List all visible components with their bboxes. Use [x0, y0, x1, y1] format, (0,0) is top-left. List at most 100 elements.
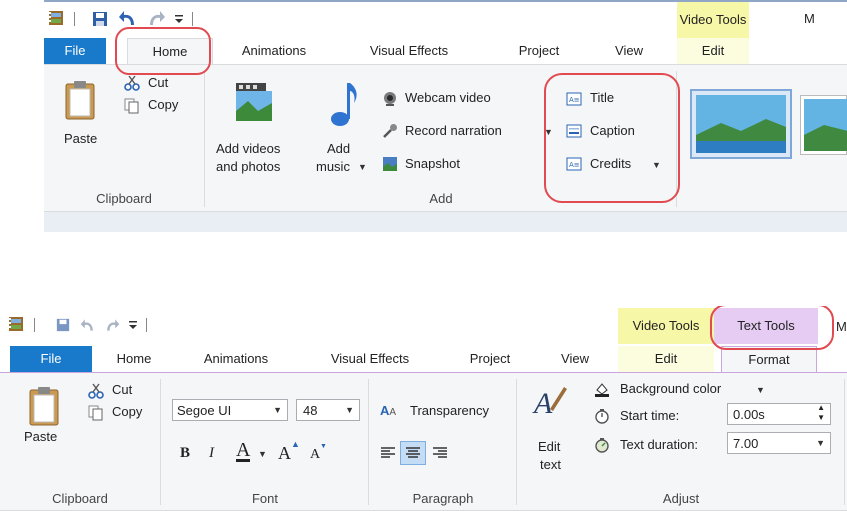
adjust-group-label: Adjust	[662, 491, 700, 506]
tab-project[interactable]: Project	[499, 38, 579, 64]
chevron-down-icon[interactable]: ▼	[756, 385, 765, 395]
tab-project[interactable]: Project	[450, 346, 530, 372]
align-left-icon[interactable]	[380, 445, 396, 461]
font-color-button[interactable]: A	[236, 440, 251, 462]
microphone-icon[interactable]	[382, 123, 398, 139]
redo-icon[interactable]	[104, 317, 120, 333]
qat-separator	[192, 12, 193, 26]
add-music-label-line1[interactable]: Add	[327, 141, 350, 156]
stopwatch-icon	[595, 409, 609, 424]
tab-home[interactable]: Home	[104, 346, 164, 372]
start-time-label: Start time:	[620, 408, 680, 423]
tab-animations[interactable]: Animations	[224, 38, 324, 64]
background-color-label[interactable]: Background color	[620, 381, 721, 396]
edit-text-label-line2[interactable]: text	[540, 457, 561, 472]
webcam-video-label[interactable]: Webcam video	[405, 90, 491, 105]
group-separator	[844, 379, 845, 505]
align-right-icon[interactable]	[432, 445, 448, 461]
tab-view[interactable]: View	[599, 38, 659, 64]
snapshot-label[interactable]: Snapshot	[405, 156, 460, 171]
grow-arrow-icon: ▲	[291, 439, 300, 449]
tab-edit[interactable]: Edit	[677, 38, 749, 64]
add-music-label-line2[interactable]: music	[316, 159, 350, 174]
music-note-icon[interactable]	[330, 79, 360, 127]
format-ribbon: Paste Cut Copy Clipboard Segoe UI ▼ 48 ▼…	[0, 372, 847, 511]
paste-icon[interactable]	[28, 385, 60, 427]
chevron-down-icon[interactable]: ▼	[273, 405, 282, 415]
paste-label[interactable]: Paste	[64, 131, 97, 146]
top-screenshot: Video Tools M File Home Animations Visua…	[44, 0, 847, 232]
background-color-icon[interactable]	[594, 381, 610, 397]
start-time-spinner[interactable]: 0.00s ▲ ▼	[727, 403, 831, 425]
bold-button[interactable]: B	[180, 445, 190, 462]
qat-customize-dropdown-icon[interactable]	[128, 319, 138, 331]
add-videos-label-line2[interactable]: and photos	[216, 159, 280, 174]
shrink-font-button[interactable]: A	[310, 447, 320, 463]
chevron-down-icon[interactable]: ▼	[816, 438, 825, 448]
movie-maker-app-icon	[9, 317, 23, 331]
below-ribbon-strip	[44, 212, 847, 232]
text-duration-value: 7.00	[733, 436, 759, 451]
chevron-down-icon[interactable]: ▼	[258, 449, 267, 459]
record-narration-label[interactable]: Record narration	[405, 123, 502, 138]
annotation-circle-text-tools	[710, 306, 834, 350]
tab-view[interactable]: View	[545, 346, 605, 372]
tab-file[interactable]: File	[44, 38, 106, 64]
tab-file[interactable]: File	[10, 346, 92, 372]
home-ribbon: Paste Cut Copy Clipboard Add videos and …	[44, 64, 847, 212]
tab-format[interactable]: Format	[721, 346, 817, 373]
undo-icon[interactable]	[118, 9, 138, 27]
text-duration-dropdown[interactable]: 7.00 ▼	[727, 432, 831, 454]
add-videos-label-line1[interactable]: Add videos	[216, 141, 280, 156]
window-title-partial: M	[836, 319, 847, 334]
copy-icon[interactable]	[88, 405, 104, 421]
paste-icon[interactable]	[64, 79, 96, 121]
ribbon-tab-row: File Home Animations Visual Effects Proj…	[0, 346, 847, 373]
undo-icon[interactable]	[80, 317, 96, 333]
webcam-icon[interactable]	[382, 91, 398, 107]
annotation-circle-home	[115, 27, 211, 75]
clipboard-group-label: Clipboard	[52, 491, 108, 506]
theme-thumbnail-selected[interactable]	[690, 89, 792, 159]
shrink-arrow-icon: ▼	[320, 443, 327, 450]
save-icon[interactable]	[92, 11, 108, 27]
scissors-icon[interactable]	[124, 75, 140, 91]
group-separator	[204, 71, 205, 207]
transparency-icon[interactable]: AA	[380, 403, 396, 418]
tab-visual-effects[interactable]: Visual Effects	[349, 38, 469, 64]
copy-label[interactable]: Copy	[112, 404, 142, 419]
italic-button[interactable]: I	[209, 445, 214, 462]
tab-visual-effects[interactable]: Visual Effects	[310, 346, 430, 372]
font-size-dropdown[interactable]: 48 ▼	[296, 399, 360, 421]
redo-icon[interactable]	[146, 9, 166, 27]
scissors-icon[interactable]	[88, 383, 104, 399]
cut-label[interactable]: Cut	[148, 75, 168, 90]
qat-customize-dropdown-icon[interactable]	[174, 13, 184, 25]
grow-font-button[interactable]: A	[278, 443, 291, 464]
paragraph-group-label: Paragraph	[412, 491, 474, 506]
align-center-button[interactable]	[400, 441, 426, 465]
tab-animations[interactable]: Animations	[186, 346, 286, 372]
edit-text-icon[interactable]: A	[532, 383, 568, 417]
paste-label[interactable]: Paste	[24, 429, 57, 444]
qat-separator	[34, 318, 35, 332]
save-icon[interactable]	[56, 318, 70, 332]
annotation-circle-text-buttons	[544, 73, 680, 203]
cut-label[interactable]: Cut	[112, 382, 132, 397]
text-duration-label: Text duration:	[620, 437, 699, 452]
chevron-down-icon[interactable]: ▼	[345, 405, 354, 415]
transparency-label[interactable]: Transparency	[410, 403, 489, 418]
clipboard-group-label: Clipboard	[96, 191, 152, 206]
snapshot-icon[interactable]	[382, 156, 398, 172]
qat-separator	[74, 12, 75, 26]
spinner-arrows-icon[interactable]: ▲ ▼	[817, 403, 825, 423]
tab-edit[interactable]: Edit	[618, 346, 714, 372]
copy-label[interactable]: Copy	[148, 97, 178, 112]
chevron-down-icon[interactable]: ▼	[358, 162, 367, 172]
add-videos-photos-icon[interactable]	[234, 81, 274, 125]
group-separator	[368, 379, 369, 505]
copy-icon[interactable]	[124, 98, 140, 114]
font-family-dropdown[interactable]: Segoe UI ▼	[172, 399, 288, 421]
edit-text-label-line1[interactable]: Edit	[538, 439, 560, 454]
theme-thumbnail[interactable]	[800, 95, 847, 155]
